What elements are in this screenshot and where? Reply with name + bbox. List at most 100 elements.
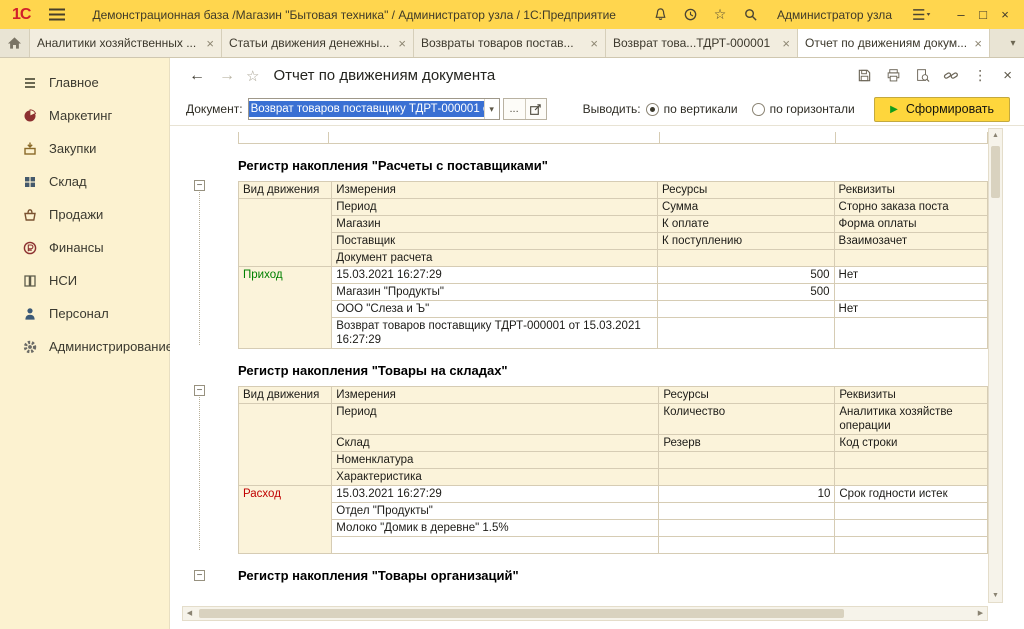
data-cell[interactable]: Молоко "Домик в деревне" 1.5% xyxy=(332,520,659,537)
sidebar-item-sales[interactable]: Продажи xyxy=(0,198,169,231)
data-cell[interactable]: 500 xyxy=(657,267,834,284)
horizontal-scrollbar[interactable]: ◀ ▶ xyxy=(182,606,988,621)
tab-close-icon[interactable]: × xyxy=(398,36,406,51)
sidebar-item-warehouse[interactable]: Склад xyxy=(0,165,169,198)
definition-cell[interactable]: Период xyxy=(332,199,658,216)
close-form-icon[interactable]: × xyxy=(1003,67,1012,84)
data-cell[interactable]: Возврат товаров поставщику ТДРТ-000001 о… xyxy=(332,318,658,349)
collapse-group-button[interactable]: − xyxy=(194,385,205,396)
tab-document-movements-report[interactable]: Отчет по движениям докум... × xyxy=(798,29,990,57)
tab-close-icon[interactable]: × xyxy=(206,36,214,51)
dropdown-icon[interactable]: ▾ xyxy=(484,99,499,119)
data-cell[interactable] xyxy=(659,537,835,554)
scroll-up-icon[interactable]: ▲ xyxy=(989,129,1002,142)
definition-cell[interactable]: К поступлению xyxy=(657,233,834,250)
sidebar-item-finance[interactable]: Финансы xyxy=(0,231,169,264)
definition-cell[interactable]: Поставщик xyxy=(332,233,658,250)
horizontal-scroll-thumb[interactable] xyxy=(199,609,844,618)
maximize-icon[interactable]: □ xyxy=(972,7,994,22)
definition-cell[interactable]: К оплате xyxy=(657,216,834,233)
definition-cell[interactable]: Форма оплаты xyxy=(834,216,987,233)
data-cell[interactable] xyxy=(659,520,835,537)
current-user-label[interactable]: Администратор узла xyxy=(777,8,892,22)
data-cell[interactable]: ООО "Слеза и Ъ" xyxy=(332,301,658,318)
sidebar-item-administration[interactable]: Администрирование xyxy=(0,330,169,363)
data-cell[interactable] xyxy=(835,503,988,520)
radio-vertical-label[interactable]: по вертикали xyxy=(664,102,738,116)
collapse-group-button[interactable]: − xyxy=(194,180,205,191)
radio-horizontal[interactable] xyxy=(752,103,765,116)
definition-cell[interactable] xyxy=(659,469,835,486)
data-cell[interactable] xyxy=(835,520,988,537)
data-cell[interactable] xyxy=(835,537,988,554)
definition-cell[interactable]: Сторно заказа поста xyxy=(834,199,987,216)
open-document-button[interactable] xyxy=(525,99,546,119)
definition-cell[interactable]: Характеристика xyxy=(332,469,659,486)
collapse-group-button[interactable]: − xyxy=(194,570,205,581)
data-cell[interactable] xyxy=(657,318,834,349)
definition-cell[interactable]: Аналитика хозяйстве операции xyxy=(835,404,988,435)
data-cell[interactable]: 15.03.2021 16:27:29 xyxy=(332,267,658,284)
data-cell[interactable]: Нет xyxy=(834,267,987,284)
definition-cell[interactable] xyxy=(834,250,987,267)
tab-close-icon[interactable]: × xyxy=(590,36,598,51)
data-cell[interactable]: Нет xyxy=(834,301,987,318)
scroll-down-icon[interactable]: ▼ xyxy=(989,589,1002,602)
print-preview-icon[interactable] xyxy=(913,67,931,85)
definition-cell[interactable] xyxy=(659,452,835,469)
definition-cell[interactable]: Взаимозачет xyxy=(834,233,987,250)
tab-list-chevron-icon[interactable]: ▾ xyxy=(1002,29,1024,57)
data-cell[interactable]: 500 xyxy=(657,284,834,301)
close-icon[interactable]: × xyxy=(994,7,1016,22)
column-header-cell[interactable]: Ресурсы xyxy=(657,182,834,199)
tab-return-document[interactable]: Возврат това...ТДРТ-000001 × xyxy=(606,29,798,57)
definition-cell[interactable] xyxy=(835,452,988,469)
scroll-right-icon[interactable]: ▶ xyxy=(974,607,987,620)
movement-type-cell[interactable] xyxy=(239,404,332,486)
radio-horizontal-label[interactable]: по горизонтали xyxy=(770,102,855,116)
generate-button[interactable]: ▶ Сформировать xyxy=(874,97,1010,122)
sidebar-item-main[interactable]: Главное xyxy=(0,66,169,99)
search-icon[interactable] xyxy=(739,4,761,26)
data-cell[interactable] xyxy=(657,301,834,318)
data-cell[interactable] xyxy=(332,537,659,554)
definition-cell[interactable]: Документ расчета xyxy=(332,250,658,267)
data-cell[interactable]: 15.03.2021 16:27:29 xyxy=(332,486,659,503)
tab-business-analytics[interactable]: Аналитики хозяйственных ... × xyxy=(30,29,222,57)
column-header-cell[interactable]: Реквизиты xyxy=(835,387,988,404)
definition-cell[interactable]: Номенклатура xyxy=(332,452,659,469)
data-cell[interactable] xyxy=(834,318,987,349)
definition-cell[interactable] xyxy=(835,469,988,486)
service-menu-icon[interactable] xyxy=(910,4,932,26)
vertical-scroll-thumb[interactable] xyxy=(991,146,1000,198)
data-cell[interactable]: Срок годности истек xyxy=(835,486,988,503)
column-header-cell[interactable]: Измерения xyxy=(332,182,658,199)
sidebar-item-nsi[interactable]: НСИ xyxy=(0,264,169,297)
tab-cashflow-articles[interactable]: Статьи движения денежны... × xyxy=(222,29,414,57)
tab-close-icon[interactable]: × xyxy=(782,36,790,51)
tab-supplier-returns-list[interactable]: Возвраты товаров постав... × xyxy=(414,29,606,57)
favorites-star-icon[interactable]: ☆ xyxy=(709,4,731,26)
back-icon[interactable]: ← xyxy=(184,64,210,88)
definition-cell[interactable]: Склад xyxy=(332,435,659,452)
definition-cell[interactable]: Резерв xyxy=(659,435,835,452)
more-icon[interactable]: ⋮ xyxy=(973,67,987,84)
save-icon[interactable] xyxy=(855,67,873,85)
document-input[interactable]: Возврат товаров поставщику ТДРТ-000001 о… xyxy=(248,98,500,120)
home-icon[interactable] xyxy=(0,29,30,57)
history-icon[interactable] xyxy=(679,4,701,26)
sidebar-item-marketing[interactable]: Маркетинг xyxy=(0,99,169,132)
scroll-left-icon[interactable]: ◀ xyxy=(183,607,196,620)
data-cell[interactable] xyxy=(834,284,987,301)
sidebar-item-purchases[interactable]: Закупки xyxy=(0,132,169,165)
hamburger-menu-icon[interactable] xyxy=(48,8,66,21)
movement-type-cell[interactable]: Расход xyxy=(239,486,332,554)
column-header-cell[interactable]: Вид движения xyxy=(239,387,332,404)
choose-button[interactable]: ... xyxy=(504,99,525,119)
print-icon[interactable] xyxy=(884,67,902,85)
definition-cell[interactable]: Количество xyxy=(659,404,835,435)
tab-close-icon[interactable]: × xyxy=(974,36,982,51)
column-header-cell[interactable]: Измерения xyxy=(332,387,659,404)
radio-vertical[interactable] xyxy=(646,103,659,116)
favorite-star-icon[interactable]: ☆ xyxy=(246,67,259,85)
